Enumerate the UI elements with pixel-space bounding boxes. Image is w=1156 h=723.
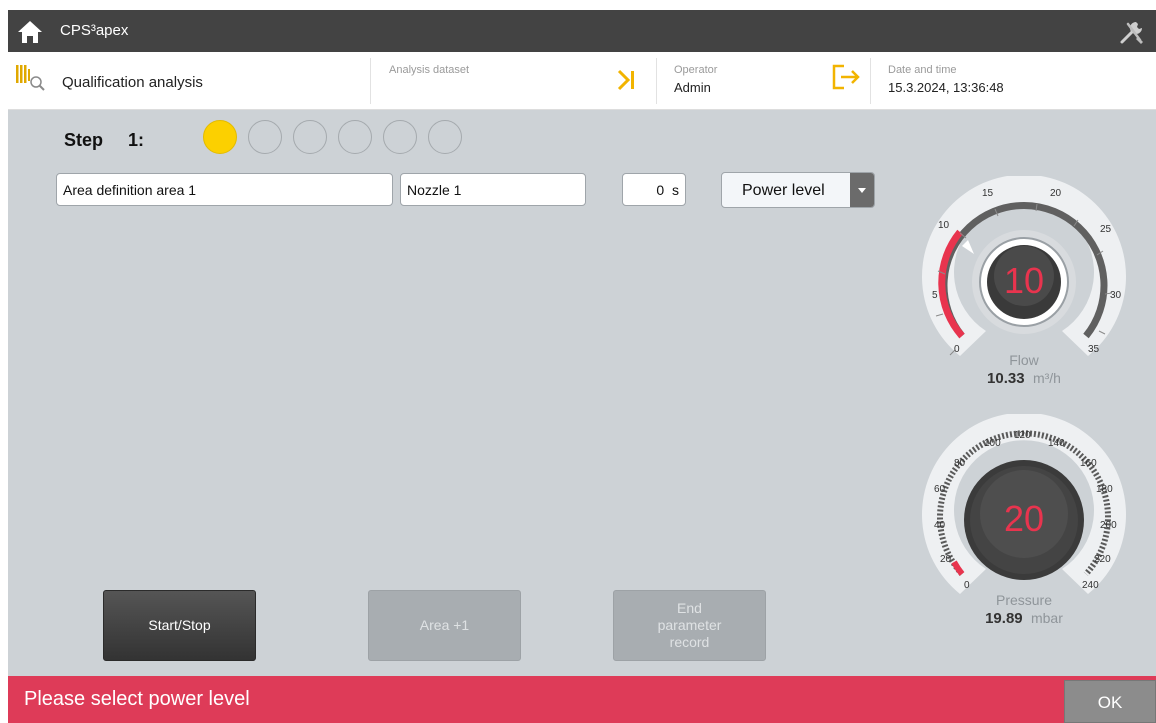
- info-header: Qualification analysis Analysis dataset …: [8, 52, 1156, 110]
- pressure-tick-label: 240: [1082, 580, 1099, 591]
- flow-tick-label: 5: [932, 290, 938, 301]
- flow-tick-label: 30: [1110, 290, 1122, 301]
- pressure-unit: mbar: [1030, 610, 1063, 626]
- chevron-down-icon[interactable]: [850, 173, 874, 207]
- pressure-tick-label: 80: [954, 458, 966, 469]
- time-unit: s: [672, 182, 679, 198]
- flow-value: 10.33: [987, 370, 1025, 387]
- power-level-dropdown[interactable]: Power level: [721, 172, 875, 208]
- flow-label: Flow: [1009, 352, 1039, 368]
- pressure-tick-label: 200: [1100, 520, 1117, 531]
- flow-value-readout: 10.33 m³/h: [914, 370, 1134, 387]
- step-indicator-6: [428, 120, 462, 154]
- pressure-value: 19.89: [985, 610, 1023, 627]
- header-divider: [656, 58, 657, 104]
- pressure-tick-label: 60: [934, 484, 946, 495]
- operator-label: Operator: [674, 64, 718, 76]
- end-parameter-record-button[interactable]: End parameter record: [613, 590, 766, 661]
- flow-current-display: 10: [1003, 260, 1045, 301]
- pressure-tick-label: 20: [940, 554, 952, 565]
- button-label-line: End: [677, 600, 702, 616]
- flow-tick-label: 10: [938, 220, 950, 231]
- pressure-gauge: 20 0 20 40 60 80 100 120 140 160 180 200…: [914, 412, 1134, 639]
- logout-icon[interactable]: [830, 62, 864, 97]
- datetime-label: Date and time: [888, 64, 957, 76]
- button-label-line: record: [669, 634, 710, 650]
- time-field[interactable]: 0 s: [622, 173, 686, 206]
- step-label: Step: [64, 130, 104, 150]
- flow-unit: m³/h: [1032, 370, 1061, 386]
- dropdown-selected-value: Power level: [742, 182, 825, 199]
- pressure-tick-label: 40: [934, 520, 946, 531]
- area-definition-field[interactable]: Area definition area 1: [56, 173, 393, 206]
- flow-tick-label: 15: [982, 188, 994, 199]
- pressure-tick-label: 220: [1094, 554, 1111, 565]
- step-indicator-3: [293, 120, 327, 154]
- operator-value: Admin: [674, 80, 711, 95]
- title-bar: CPS³apex: [8, 10, 1156, 52]
- time-value: 0: [656, 182, 665, 198]
- section-title: Qualification analysis: [62, 74, 203, 91]
- home-icon[interactable]: [16, 18, 44, 46]
- analysis-dataset-label: Analysis dataset: [389, 64, 470, 76]
- pressure-tick-label: 180: [1096, 484, 1113, 495]
- pressure-current-display: 20: [1003, 498, 1045, 539]
- tools-icon[interactable]: [1116, 16, 1148, 48]
- pressure-tick-label: 140: [1048, 438, 1065, 449]
- flow-tick-label: 20: [1050, 188, 1062, 199]
- area-plus-one-button[interactable]: Area +1: [368, 590, 521, 661]
- header-divider: [370, 58, 371, 104]
- pressure-tick-label: 160: [1080, 458, 1097, 469]
- step-indicator-1: [203, 120, 237, 154]
- step-indicator-4: [338, 120, 372, 154]
- skip-to-end-icon[interactable]: [616, 68, 638, 97]
- pressure-tick-label: 100: [984, 438, 1001, 449]
- step-indicator-5: [383, 120, 417, 154]
- flow-tick-label: 25: [1100, 224, 1112, 235]
- step-indicator-2: [248, 120, 282, 154]
- step-number: 1:: [128, 130, 145, 150]
- app-title: CPS³apex: [60, 22, 129, 39]
- start-stop-button[interactable]: Start/Stop: [103, 590, 256, 661]
- pressure-value-readout: 19.89 mbar: [914, 610, 1134, 627]
- status-message: Please select power level: [24, 688, 250, 710]
- header-divider: [870, 58, 871, 104]
- nozzle-field[interactable]: Nozzle 1: [400, 173, 586, 206]
- ok-button[interactable]: OK: [1064, 680, 1156, 723]
- pressure-label: Pressure: [995, 592, 1053, 608]
- main-content: Step 1: Area definition area 1 Nozzle 1 …: [8, 110, 1156, 676]
- flow-gauge: 10 0 5 10 15 20 25 30 35 Flow 10.33 m³/h: [914, 174, 1134, 406]
- qualification-analysis-icon: [14, 63, 48, 98]
- pressure-tick-label: 120: [1014, 430, 1031, 441]
- button-label-line: parameter: [657, 617, 722, 633]
- pressure-tick-label: 0: [964, 580, 970, 591]
- status-bar: Please select power level OK: [8, 676, 1156, 723]
- datetime-value: 15.3.2024, 13:36:48: [888, 80, 1004, 95]
